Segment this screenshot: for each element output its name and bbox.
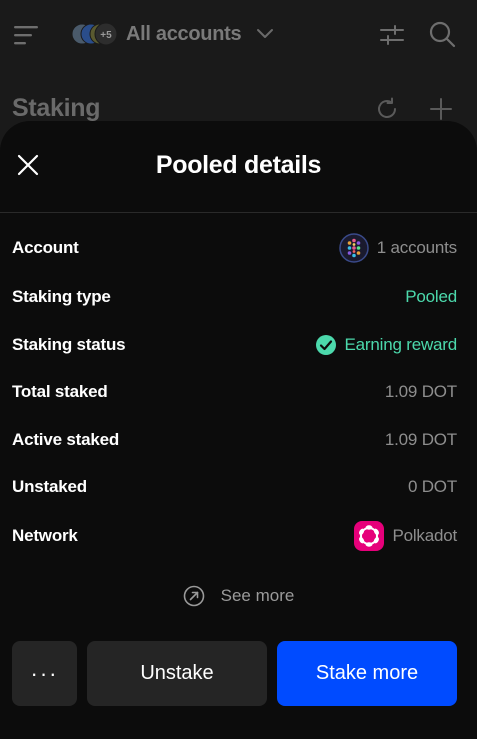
network-value: Polkadot <box>354 520 457 552</box>
active-staked-row: Active staked 1.09 DOT <box>12 424 457 456</box>
row-label: Staking status <box>12 335 126 354</box>
account-count: 1 accounts <box>376 238 457 257</box>
row-label: Unstaked <box>12 477 87 496</box>
account-avatar-icon <box>339 233 369 263</box>
stake-more-button[interactable]: Stake more <box>277 641 457 706</box>
page-title: Staking <box>12 94 101 122</box>
plus-icon[interactable] <box>429 97 453 121</box>
external-arrow-icon <box>183 585 204 607</box>
account-value: 1 accounts <box>339 232 457 264</box>
app-screen: +5 All accounts Staking Pooled details A… <box>0 0 477 739</box>
sheet-header: Pooled details <box>0 121 477 213</box>
total-staked-row: Total staked 1.09 DOT <box>12 376 457 408</box>
network-name: Polkadot <box>392 526 457 545</box>
staking-status-row: Staking status Earning reward <box>12 329 457 361</box>
network-row: Network Polkadot <box>12 520 457 552</box>
unstake-button[interactable]: Unstake <box>87 641 267 706</box>
top-bar: +5 All accounts <box>0 0 477 70</box>
total-staked-value: 1.09 DOT <box>384 382 457 401</box>
avatars-count-badge: +5 <box>100 30 112 41</box>
staking-status-text: Earning reward <box>344 335 458 354</box>
accounts-avatar-stack[interactable]: +5 <box>72 20 118 48</box>
row-label: Account <box>12 238 79 257</box>
unstaked-value: 0 DOT <box>407 477 457 496</box>
unstaked-row: Unstaked 0 DOT <box>12 471 457 503</box>
row-label: Total staked <box>12 382 108 401</box>
more-options-button[interactable]: ··· <box>12 641 77 706</box>
row-label: Network <box>12 526 78 545</box>
see-more-label: See more <box>220 586 295 605</box>
check-circle-icon <box>315 335 336 355</box>
sheet-title: Pooled details <box>155 151 322 179</box>
staking-type-value: Pooled <box>405 287 457 306</box>
polkadot-logo-icon <box>354 521 385 551</box>
staking-type-row: Staking type Pooled <box>12 281 457 313</box>
reload-icon[interactable] <box>375 97 399 121</box>
staking-status-value: Earning reward <box>315 329 457 361</box>
account-selector-label[interactable]: All accounts <box>126 20 242 48</box>
chevron-down-icon[interactable] <box>255 26 275 42</box>
sliders-icon[interactable] <box>379 22 405 48</box>
row-label: Staking type <box>12 287 111 306</box>
search-icon[interactable] <box>428 20 456 48</box>
account-row: Account 1 accounts <box>12 232 457 264</box>
hamburger-menu-icon[interactable] <box>14 24 38 46</box>
row-label: Active staked <box>12 430 120 449</box>
see-more-link[interactable]: See more <box>0 581 477 611</box>
pooled-details-sheet: Pooled details Account 1 accounts Stakin… <box>0 121 477 739</box>
active-staked-value: 1.09 DOT <box>384 430 457 449</box>
